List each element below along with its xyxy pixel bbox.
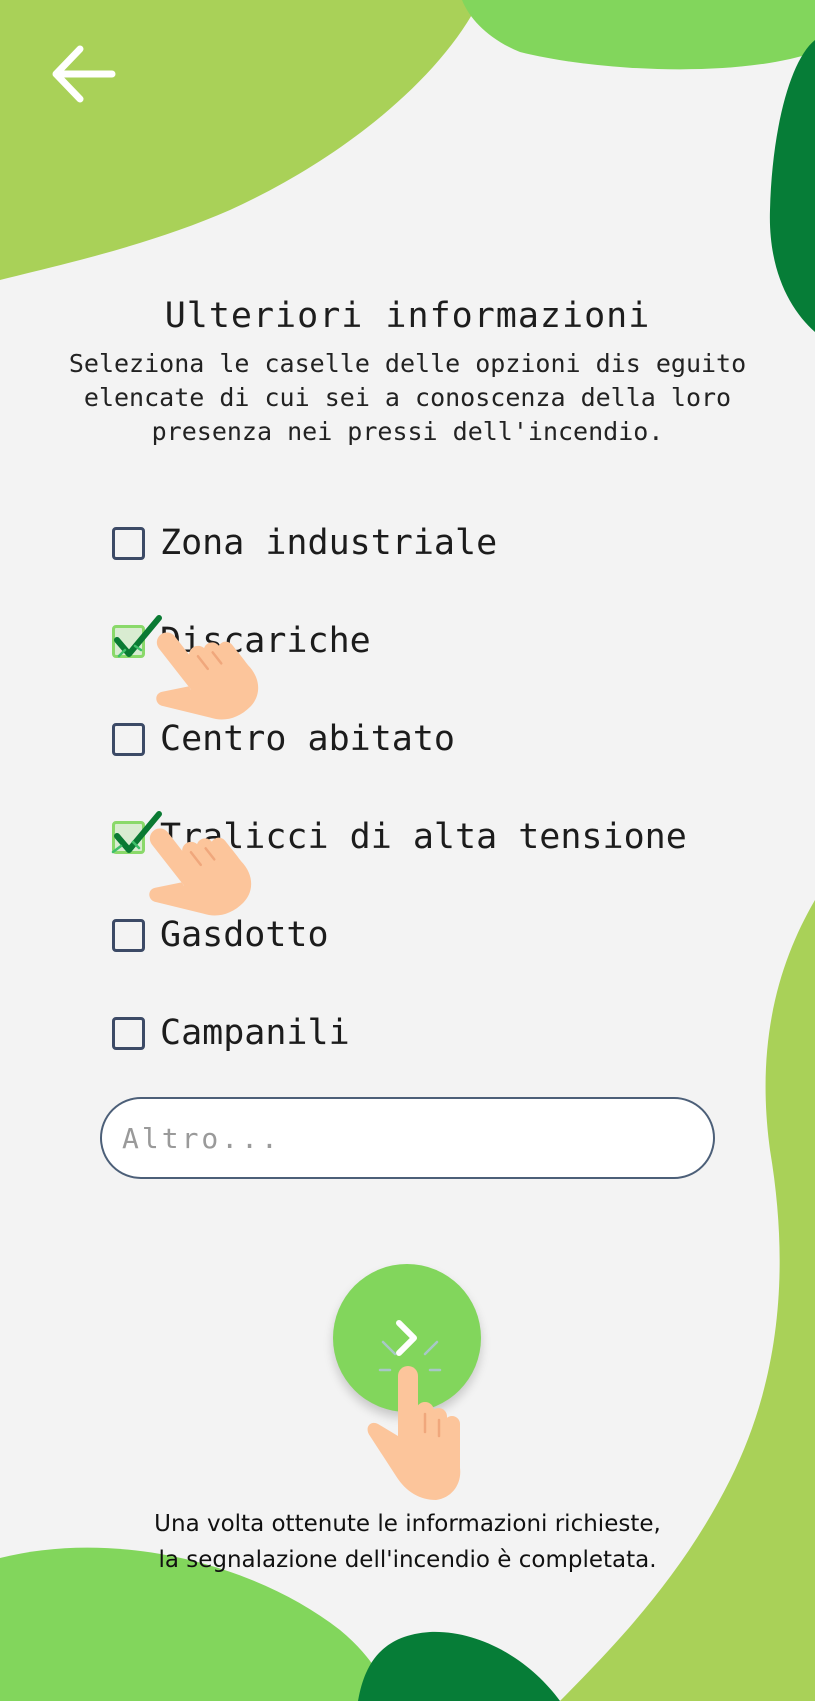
blob-bottom-dark xyxy=(358,1631,560,1701)
blob-right-dark xyxy=(769,40,815,332)
option-label: Zona industriale xyxy=(160,523,498,563)
pointing-hand-icon xyxy=(156,632,259,720)
option-label: Campanili xyxy=(160,1013,350,1053)
option-zona-industriale[interactable]: Zona industriale xyxy=(112,518,497,568)
tutorial-caption: Una volta ottenute le informazioni richi… xyxy=(0,1506,815,1578)
checkbox[interactable] xyxy=(112,1016,145,1050)
back-button[interactable] xyxy=(40,34,130,114)
blob-top-right xyxy=(462,0,815,70)
option-campanili[interactable]: Campanili xyxy=(112,1008,350,1058)
page-title: Ulteriori informazioni xyxy=(164,296,651,336)
other-info-input[interactable] xyxy=(100,1097,715,1179)
subtitle-line: elencate di cui sei a conoscenza della l… xyxy=(83,383,732,412)
caption-line: la segnalazione dell'incendio è completa… xyxy=(158,1547,657,1573)
checkbox[interactable] xyxy=(112,526,145,560)
subtitle-line: Seleziona le caselle delle opzioni dis e… xyxy=(68,349,747,378)
subtitle-line: presenza nei pressi dell'incendio. xyxy=(151,417,664,446)
arrow-left-icon xyxy=(52,45,116,103)
page-subtitle: Seleziona le caselle delle opzioni dis e… xyxy=(40,347,775,449)
pointing-hand-icon xyxy=(367,1340,461,1500)
caption-line: Una volta ottenute le informazioni richi… xyxy=(154,1511,661,1537)
pointing-hand-icon xyxy=(149,828,252,916)
blob-bottom-right xyxy=(560,900,815,1701)
